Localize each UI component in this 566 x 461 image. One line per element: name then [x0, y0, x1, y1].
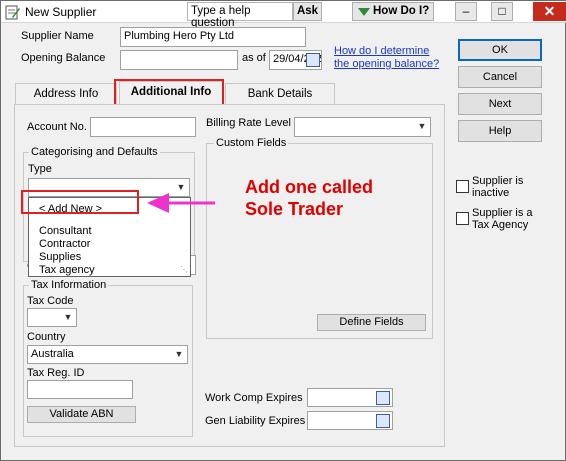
new-supplier-window: New Supplier Type a help question Ask Ho…: [0, 0, 566, 461]
annotation-line2: Sole Trader: [245, 199, 344, 219]
ask-button[interactable]: Ask: [293, 2, 322, 21]
tax-code-label: Tax Code: [27, 295, 74, 307]
calendar-icon[interactable]: [376, 391, 390, 405]
country-label: Country: [27, 331, 66, 343]
supplier-inactive-checkbox[interactable]: [456, 180, 469, 193]
account-no-label: Account No.: [27, 121, 87, 133]
supplier-name-input[interactable]: Plumbing Hero Pty Ltd: [120, 27, 306, 47]
work-comp-label: Work Comp Expires: [205, 392, 303, 404]
tax-reg-id-input[interactable]: [27, 380, 133, 399]
opening-balance-help-link[interactable]: How do I determine the opening balance?: [334, 45, 439, 71]
how-do-i-label: How Do I?: [373, 5, 430, 17]
supplier-inactive-label: Supplier is inactive: [472, 175, 524, 199]
highlight-box-add-new: [21, 190, 139, 214]
tab-address-info[interactable]: Address Info: [15, 83, 117, 104]
opening-balance-input[interactable]: [120, 50, 238, 70]
type-option-consultant[interactable]: Consultant: [39, 225, 92, 237]
chevron-down-icon: ▼: [417, 121, 427, 131]
help-search-input[interactable]: Type a help question: [187, 2, 293, 29]
opening-balance-label: Opening Balance: [21, 52, 106, 64]
type-option-contractor[interactable]: Contractor: [39, 238, 90, 250]
supplier-tax-agency-label: Supplier is a Tax Agency: [472, 207, 533, 231]
app-icon: [5, 4, 21, 20]
minimize-button[interactable]: –: [455, 2, 477, 21]
help-button[interactable]: Help: [458, 120, 542, 142]
gen-liability-label: Gen Liability Expires: [205, 415, 306, 427]
tax-code-select[interactable]: ▼: [27, 308, 77, 327]
custom-fields-title: Custom Fields: [214, 137, 289, 149]
tax-reg-id-label: Tax Reg. ID: [27, 367, 85, 379]
tax-information-title: Tax Information: [29, 279, 109, 291]
supplier-name-label: Supplier Name: [21, 30, 94, 42]
tab-bank-details[interactable]: Bank Details: [225, 83, 335, 104]
triangle-down-icon: [358, 8, 370, 16]
type-label: Type: [28, 163, 52, 175]
title-bar: New Supplier Type a help question Ask Ho…: [1, 1, 566, 29]
supplier-tax-agency-checkbox[interactable]: [456, 212, 469, 225]
next-button[interactable]: Next: [458, 93, 542, 115]
type-option-tax-agency[interactable]: Tax agency: [39, 264, 95, 276]
define-fields-button[interactable]: Define Fields: [317, 314, 426, 331]
window-title: New Supplier: [25, 5, 97, 19]
pointer-arrow-icon: [147, 193, 215, 213]
validate-abn-button[interactable]: Validate ABN: [27, 406, 136, 423]
how-do-i-button[interactable]: How Do I?: [352, 2, 434, 21]
billing-rate-label: Billing Rate Level: [206, 117, 291, 129]
highlight-box-tab: [114, 79, 224, 107]
country-select[interactable]: Australia ▼: [27, 345, 188, 364]
categorising-title: Categorising and Defaults: [29, 146, 160, 158]
annotation-line1: Add one called: [245, 177, 374, 197]
calendar-icon[interactable]: [306, 53, 320, 67]
billing-rate-select[interactable]: ▼: [294, 117, 431, 137]
type-option-supplies[interactable]: Supplies: [39, 251, 81, 263]
chevron-down-icon: ▼: [174, 349, 184, 359]
account-no-input[interactable]: [90, 117, 196, 137]
cancel-button[interactable]: Cancel: [458, 66, 542, 88]
chevron-down-icon: ▼: [63, 312, 73, 322]
ok-button[interactable]: OK: [458, 39, 542, 61]
as-of-label: as of: [242, 52, 266, 64]
close-button[interactable]: ✕: [533, 2, 566, 21]
maximize-button[interactable]: □: [491, 2, 513, 21]
resize-grip-icon[interactable]: ⋱: [180, 266, 188, 274]
custom-fields-group: [206, 143, 433, 339]
calendar-icon[interactable]: [376, 414, 390, 428]
